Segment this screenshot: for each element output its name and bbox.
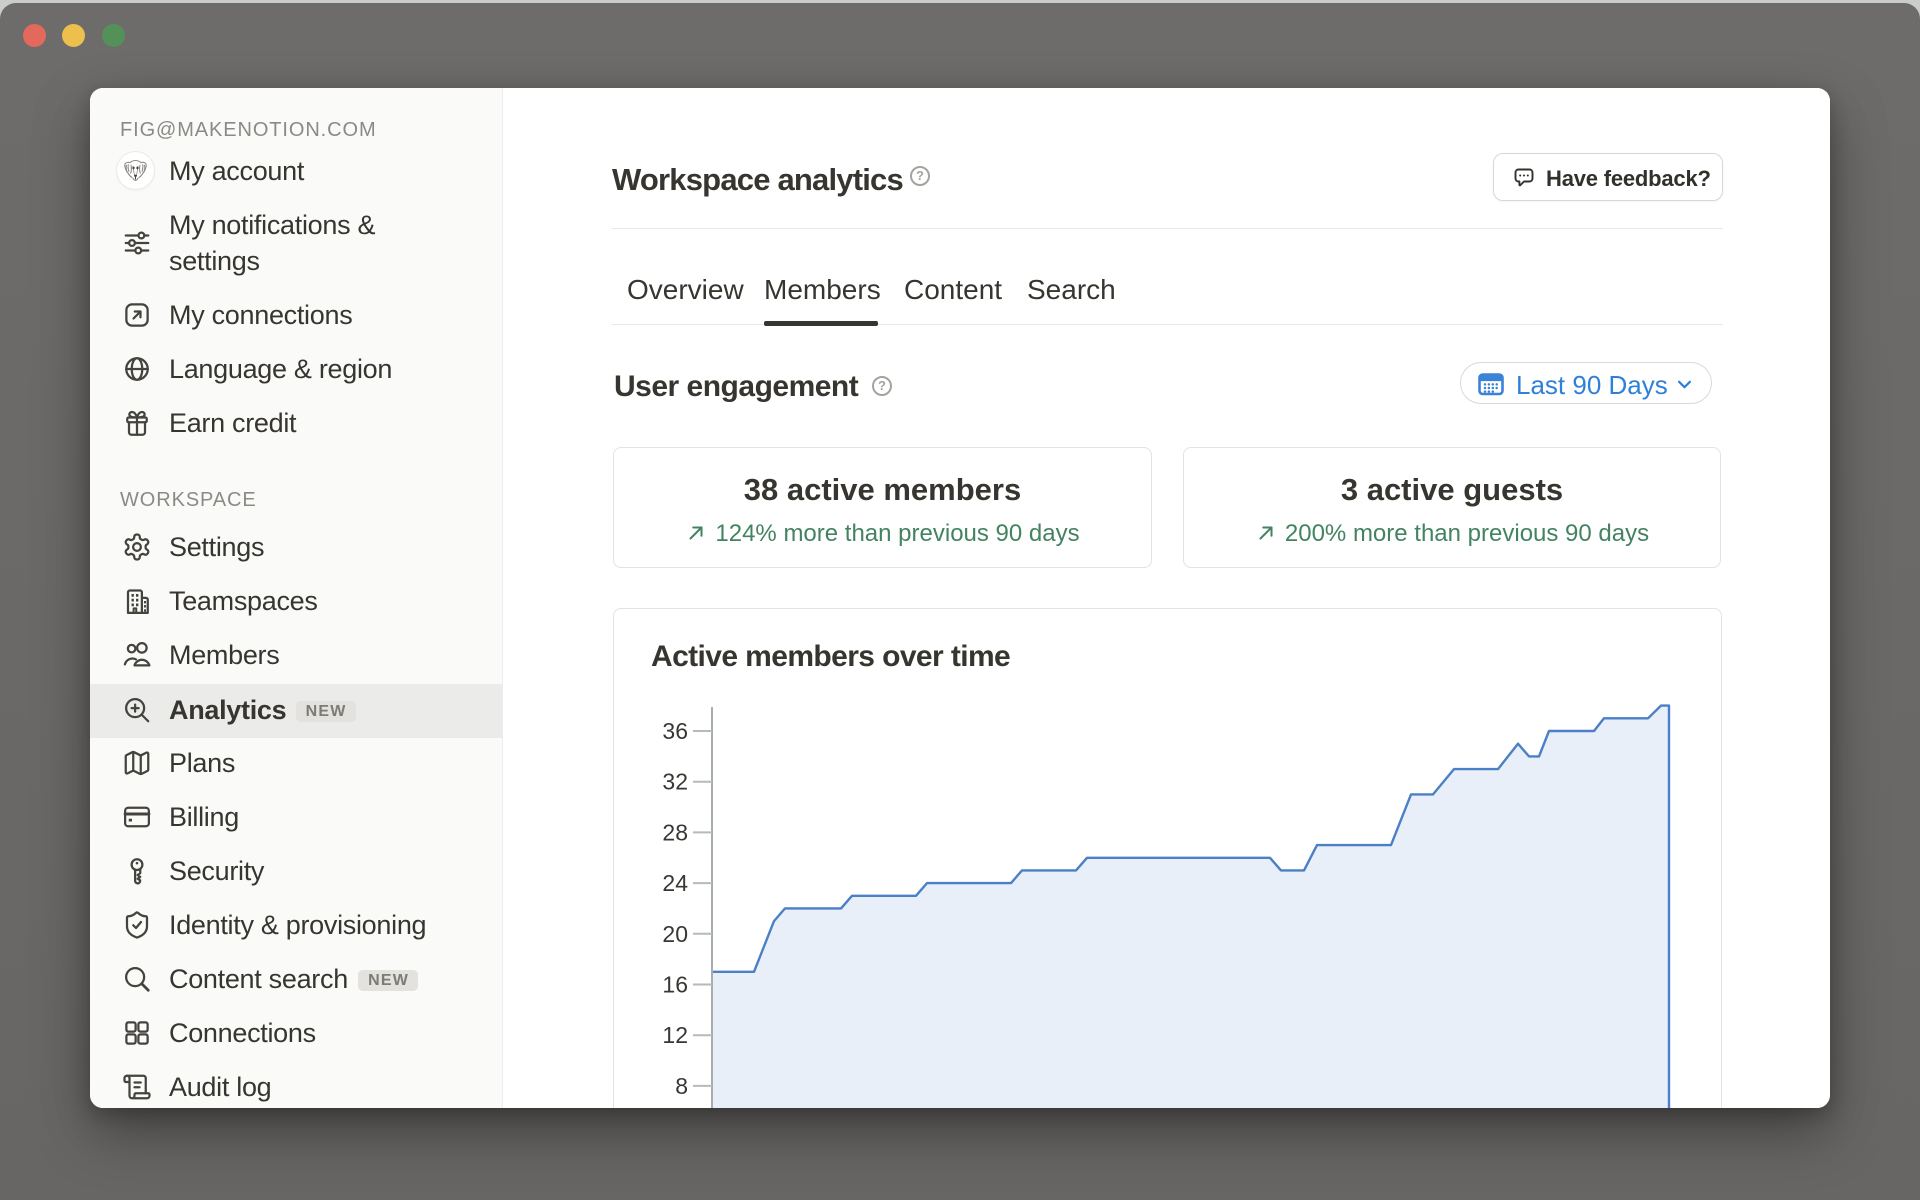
svg-text:24: 24 — [662, 870, 688, 896]
svg-text:32: 32 — [662, 769, 688, 795]
svg-text:36: 36 — [662, 718, 688, 744]
svg-text:8: 8 — [675, 1073, 688, 1099]
svg-text:20: 20 — [662, 921, 688, 947]
svg-text:28: 28 — [662, 819, 688, 845]
svg-text:12: 12 — [662, 1022, 688, 1048]
svg-text:16: 16 — [662, 972, 688, 998]
